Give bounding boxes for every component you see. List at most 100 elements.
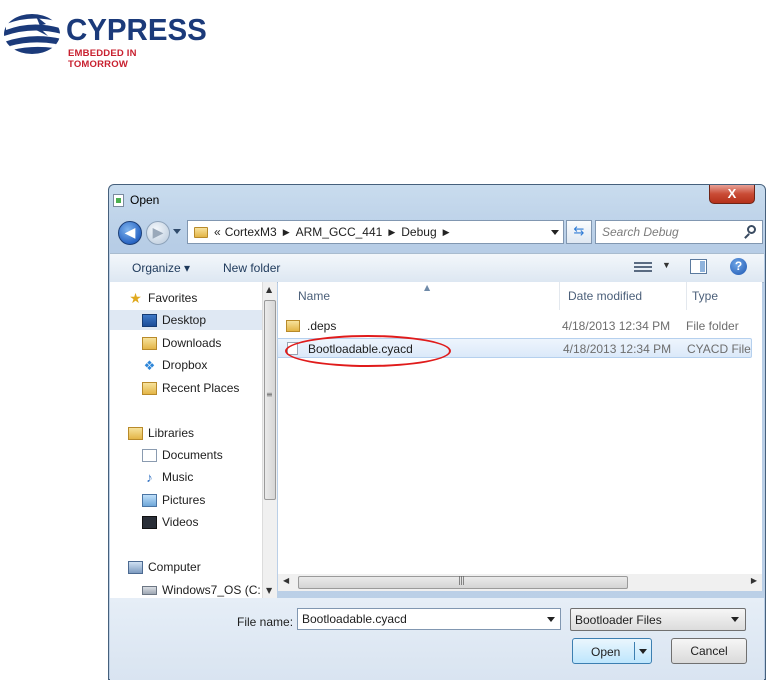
address-bar[interactable]: « CortexM3 ▶ ARM_GCC_441 ▶ Debug ▶: [187, 220, 564, 244]
folder-icon: [286, 320, 300, 332]
star-icon: ★: [129, 289, 142, 306]
drive-icon: [142, 585, 157, 595]
music-icon: ♪: [146, 469, 153, 485]
folder-icon: [194, 226, 208, 238]
column-header-date[interactable]: Date modified: [568, 282, 642, 310]
file-type-value: Bootloader Files: [575, 613, 662, 627]
nav-documents[interactable]: Documents: [110, 445, 262, 465]
grip-icon: ≡: [266, 390, 273, 399]
command-toolbar: Organize ▾ New folder ▼ ?: [110, 253, 764, 283]
open-options-dropdown-icon[interactable]: [639, 649, 647, 654]
file-name-dropdown-icon[interactable]: [547, 617, 555, 622]
breadcrumb-arrow-icon[interactable]: ▶: [388, 227, 395, 238]
pictures-icon: [142, 493, 157, 507]
column-divider[interactable]: [559, 282, 560, 310]
file-date: 4/18/2013 12:34 PM: [562, 319, 671, 333]
recent-places-icon: [142, 381, 157, 395]
preview-pane-icon[interactable]: [690, 259, 707, 274]
grip-icon: |||: [458, 576, 465, 586]
nav-drive-c[interactable]: Windows7_OS (C:: [110, 580, 262, 598]
nav-label: Recent Places: [162, 381, 240, 395]
nav-label: Desktop: [162, 313, 207, 327]
nav-scroll-thumb[interactable]: [264, 300, 276, 500]
highlight-ellipse: [285, 335, 451, 367]
nav-label: Music: [162, 470, 194, 484]
nav-recent-places[interactable]: Recent Places: [110, 378, 262, 398]
cypress-globe-icon: [4, 14, 62, 54]
back-button[interactable]: ◀: [118, 221, 142, 245]
scroll-right-icon[interactable]: ▶: [751, 576, 757, 585]
computer-icon: [128, 560, 143, 574]
file-type-select[interactable]: Bootloader Files: [570, 608, 746, 631]
column-header-type[interactable]: Type: [692, 282, 718, 310]
libraries-icon: [128, 426, 143, 440]
cypress-logo: CYPRESS EMBEDDED IN TOMORROW: [2, 10, 207, 70]
nav-libraries[interactable]: Libraries: [110, 423, 262, 443]
breadcrumb-overflow[interactable]: «: [214, 225, 221, 239]
breadcrumb-arm-gcc[interactable]: ARM_GCC_441: [296, 225, 383, 239]
nav-downloads[interactable]: Downloads: [110, 333, 262, 353]
organize-menu[interactable]: Organize ▾: [132, 261, 190, 275]
nav-label: Documents: [162, 448, 223, 462]
chevron-down-icon: [731, 617, 739, 622]
nav-scrollbar[interactable]: ▲ ≡ ▼: [262, 282, 277, 598]
breadcrumb-debug[interactable]: Debug: [401, 225, 436, 239]
dropbox-icon: ❖: [143, 357, 156, 373]
file-type: File folder: [686, 319, 739, 333]
scroll-down-icon[interactable]: ▼: [266, 586, 272, 595]
nav-label: Libraries: [148, 426, 195, 440]
recent-locations-dropdown[interactable]: [173, 229, 181, 234]
dialog-app-icon: [113, 193, 124, 207]
file-row[interactable]: .deps 4/18/2013 12:34 PM File folder: [278, 316, 752, 336]
file-name-input[interactable]: Bootloadable.cyacd: [297, 608, 561, 630]
column-header-name[interactable]: Name: [298, 282, 330, 310]
documents-icon: [142, 448, 157, 462]
scroll-up-icon[interactable]: ▲: [266, 285, 272, 294]
breadcrumb-arrow-icon[interactable]: ▶: [283, 227, 290, 238]
desktop-icon: [142, 313, 157, 327]
forward-button[interactable]: ▶: [146, 221, 170, 245]
dialog-title: Open: [130, 193, 160, 207]
search-placeholder: Search Debug: [602, 225, 679, 239]
open-button[interactable]: Open: [572, 638, 652, 664]
horizontal-scrollbar[interactable]: ◀ ||| ▶: [278, 574, 762, 591]
breadcrumb-arrow-icon[interactable]: ▶: [443, 227, 450, 238]
view-icon[interactable]: [634, 260, 652, 274]
split-divider: [634, 642, 635, 660]
navigation-bar: ◀ ▶ « CortexM3 ▶ ARM_GCC_441 ▶ Debug ▶ ⇆…: [115, 219, 763, 245]
file-type: CYACD File: [687, 342, 751, 356]
scroll-left-icon[interactable]: ◀: [283, 576, 289, 585]
close-button[interactable]: X: [709, 185, 755, 204]
file-date: 4/18/2013 12:34 PM: [563, 342, 672, 356]
refresh-button[interactable]: ⇆: [566, 220, 592, 244]
open-file-dialog: Open X ◀ ▶ « CortexM3 ▶ ARM_GCC_441 ▶ De…: [108, 184, 766, 680]
nav-computer[interactable]: Computer: [110, 557, 262, 577]
help-icon[interactable]: ?: [730, 258, 747, 275]
file-name: .deps: [307, 319, 337, 333]
nav-desktop[interactable]: Desktop: [110, 310, 262, 330]
navigation-pane: ★ Favorites Desktop Downloads ❖ Dropbox …: [110, 282, 262, 598]
nav-pictures[interactable]: Pictures: [110, 490, 262, 510]
nav-favorites[interactable]: ★ Favorites: [110, 288, 262, 308]
search-input[interactable]: Search Debug: [595, 220, 763, 244]
file-name-label: File name:: [237, 615, 294, 629]
file-list: ▲ Name Date modified Type .deps 4/18/201…: [278, 282, 762, 574]
column-divider[interactable]: [686, 282, 687, 310]
nav-dropbox[interactable]: ❖ Dropbox: [110, 355, 262, 375]
nav-music[interactable]: ♪ Music: [110, 467, 262, 487]
nav-label: Downloads: [162, 336, 222, 350]
file-name-panel: File name: Bootloadable.cyacd Bootloader…: [110, 598, 764, 680]
downloads-folder-icon: [142, 336, 157, 350]
new-folder-button[interactable]: New folder: [223, 261, 280, 275]
nav-label: Windows7_OS (C:: [162, 583, 261, 597]
breadcrumb-cortexm3[interactable]: CortexM3: [225, 225, 277, 239]
search-icon: [747, 225, 756, 234]
sort-ascending-icon: ▲: [424, 283, 431, 292]
videos-icon: [142, 515, 157, 529]
nav-videos[interactable]: Videos: [110, 512, 262, 532]
cancel-button[interactable]: Cancel: [671, 638, 747, 664]
refresh-icon: ⇆: [573, 224, 585, 239]
address-dropdown-icon[interactable]: [551, 230, 559, 235]
view-dropdown-icon[interactable]: ▼: [662, 260, 671, 270]
title-bar: Open: [113, 191, 159, 209]
